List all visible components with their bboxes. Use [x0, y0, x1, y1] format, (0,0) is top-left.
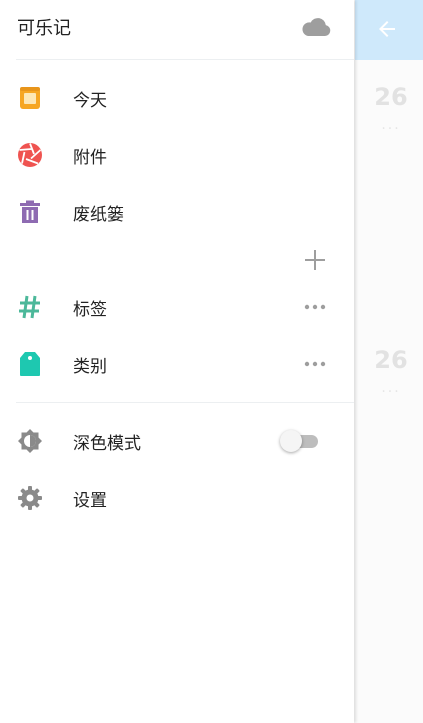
menu-item-today[interactable]: 今天 [0, 70, 354, 126]
tag-icon [16, 350, 44, 378]
menu-item-attachments[interactable]: 附件 [0, 127, 354, 183]
back-arrow-icon [379, 21, 395, 37]
day-number: 26 [374, 83, 408, 111]
trash-icon [16, 198, 44, 226]
navigation-drawer: 可乐记 今天 附件 废纸篓 标签 类别 深色模式 设置 [0, 0, 354, 723]
drawer-header: 可乐记 [0, 0, 354, 56]
more-horizontal-icon [304, 304, 326, 310]
menu-item-settings[interactable]: 设置 [0, 470, 354, 526]
day-more-dots: ··· [381, 384, 401, 400]
tags-more-button[interactable] [300, 295, 330, 319]
menu-item-label: 标签 [73, 300, 107, 320]
menu-item-label: 今天 [73, 91, 107, 111]
calendar-today-icon [16, 84, 44, 112]
divider [16, 402, 354, 403]
cloud-sync-button[interactable] [298, 12, 334, 40]
menu-item-label: 附件 [73, 148, 107, 168]
menu-item-label: 类别 [73, 357, 107, 377]
gear-icon [16, 484, 44, 512]
add-button[interactable] [300, 245, 330, 275]
menu-item-categories[interactable]: 类别 [0, 336, 354, 392]
menu-item-trash[interactable]: 废纸篓 [0, 184, 354, 240]
cloud-icon [302, 18, 331, 36]
categories-more-button[interactable] [300, 352, 330, 376]
toggle-knob [280, 430, 302, 452]
day-number: 26 [374, 346, 408, 374]
menu-item-label: 废纸篓 [73, 205, 124, 225]
day-more-dots: ··· [381, 121, 401, 137]
more-horizontal-icon [304, 361, 326, 367]
back-arrow-button[interactable] [370, 12, 404, 46]
brightness-icon [16, 427, 44, 455]
plus-icon [305, 250, 325, 270]
divider [16, 59, 354, 60]
aperture-icon [16, 141, 44, 169]
menu-item-label: 设置 [73, 491, 107, 511]
menu-item-label: 深色模式 [73, 434, 141, 454]
app-title: 可乐记 [17, 18, 71, 39]
menu-item-tags[interactable]: 标签 [0, 279, 354, 335]
dark-mode-toggle[interactable] [280, 430, 320, 452]
hashtag-icon [16, 293, 44, 321]
menu-item-dark-mode[interactable]: 深色模式 [0, 413, 354, 469]
